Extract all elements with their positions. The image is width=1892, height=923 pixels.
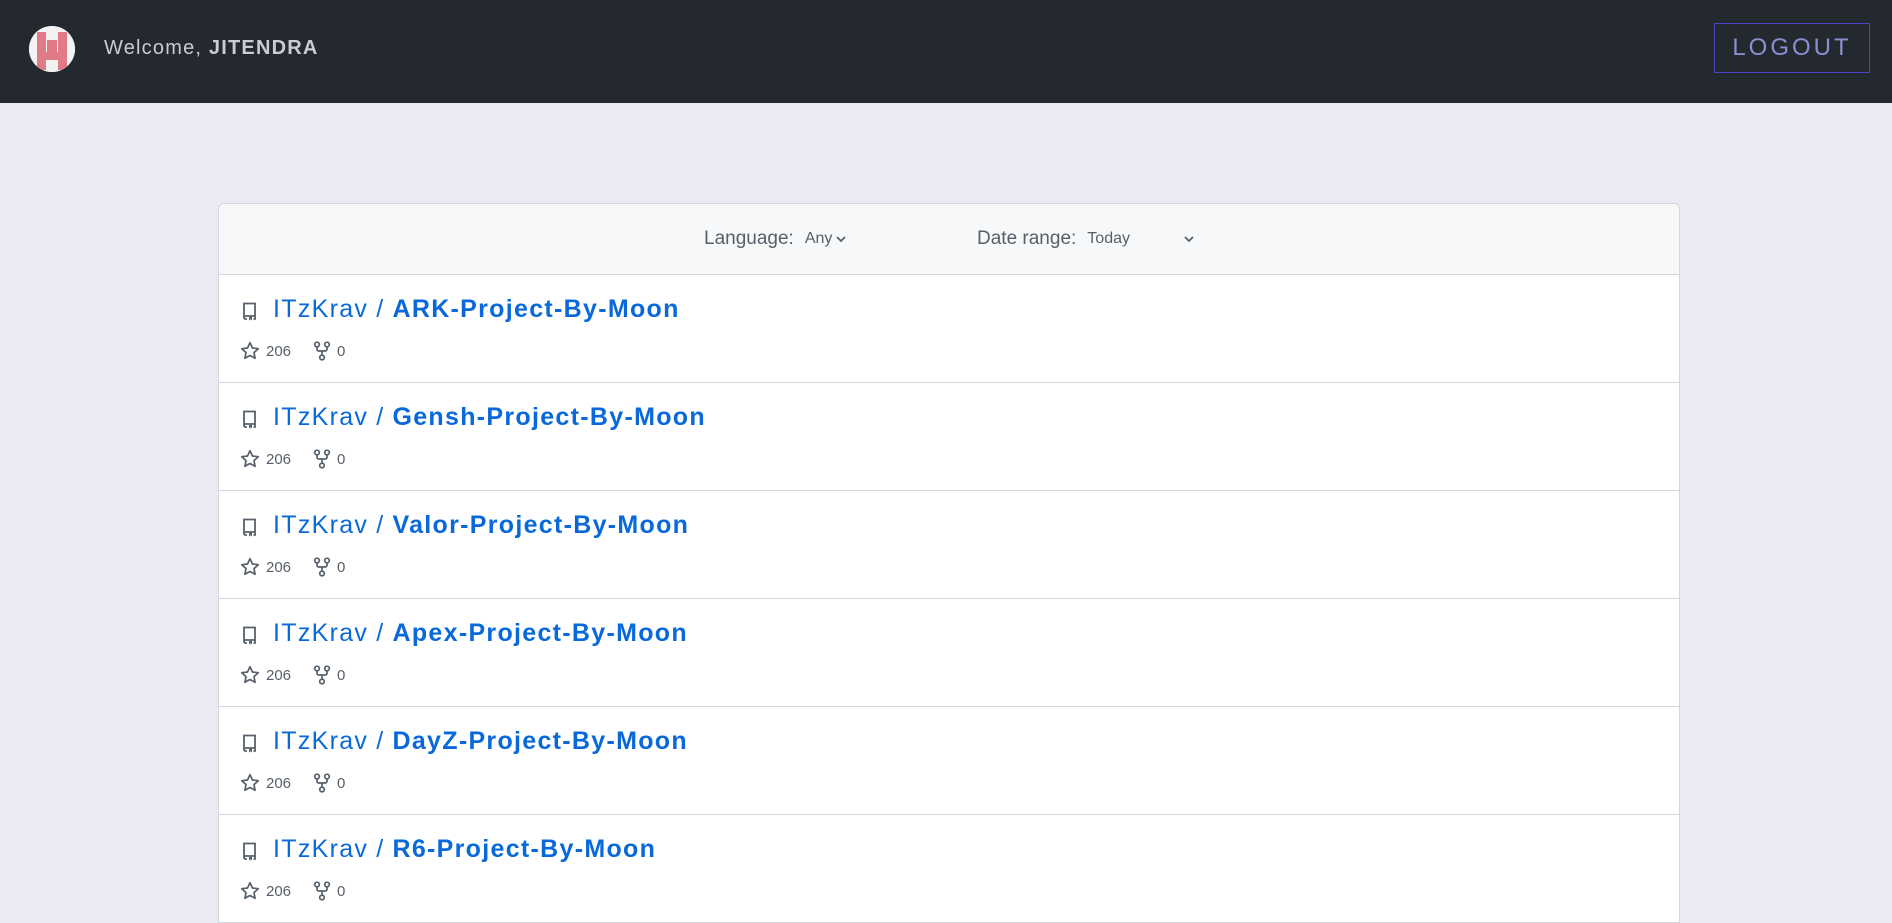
- repo-separator: /: [376, 835, 385, 863]
- date-range-label: Date range:: [977, 228, 1077, 249]
- repo-stats: 206 0: [240, 341, 367, 361]
- repo-owner: ITzKrav: [273, 835, 369, 863]
- repo-link[interactable]: ITzKrav / Gensh-Project-By-Moon: [273, 403, 706, 432]
- repo-stats: 206 0: [240, 557, 367, 577]
- forks-stat[interactable]: 0: [313, 557, 345, 577]
- repo-icon: [243, 626, 256, 645]
- stars-count: 206: [266, 450, 292, 468]
- fork-icon: [313, 665, 331, 685]
- star-icon: [240, 881, 260, 900]
- repo-icon: [243, 302, 256, 321]
- repo-separator: /: [376, 727, 385, 755]
- stars-count: 206: [266, 666, 292, 684]
- repo-list-item: ITzKrav / Apex-Project-By-Moon 206 0: [219, 599, 1679, 707]
- language-value: Any: [804, 230, 833, 247]
- repo-icon: [243, 842, 256, 861]
- stars-count: 206: [266, 558, 292, 576]
- repo-link[interactable]: ITzKrav / DayZ-Project-By-Moon: [273, 727, 688, 756]
- repo-separator: /: [376, 511, 385, 539]
- repo-stats: 206 0: [240, 449, 367, 469]
- top-navbar: Welcome, JITENDRA LOGOUT: [0, 0, 1892, 103]
- forks-count: 0: [337, 774, 346, 792]
- welcome-text: Welcome, JITENDRA: [104, 37, 319, 60]
- trending-repos-panel: Language: Any Date range: Today ITzKrav …: [218, 203, 1680, 923]
- repo-owner: ITzKrav: [273, 619, 369, 647]
- repo-list-item: ITzKrav / DayZ-Project-By-Moon 206 0: [219, 707, 1679, 815]
- repo-stats: 206 0: [240, 773, 367, 793]
- forks-count: 0: [337, 666, 346, 684]
- fork-icon: [313, 449, 331, 469]
- repo-list-item: ITzKrav / Gensh-Project-By-Moon 206 0: [219, 383, 1679, 491]
- forks-stat[interactable]: 0: [313, 665, 345, 685]
- forks-stat[interactable]: 0: [313, 881, 345, 901]
- repo-icon: [243, 410, 256, 429]
- repo-name: Gensh-Project-By-Moon: [392, 403, 706, 431]
- fork-icon: [313, 341, 331, 361]
- filter-bar: Language: Any Date range: Today: [219, 204, 1679, 275]
- forks-stat[interactable]: 0: [313, 773, 345, 793]
- repo-owner: ITzKrav: [273, 295, 369, 323]
- stars-stat[interactable]: 206: [240, 665, 291, 685]
- user-avatar[interactable]: [29, 26, 75, 72]
- repo-name: Valor-Project-By-Moon: [392, 511, 690, 539]
- date-range-select[interactable]: Today: [1087, 230, 1195, 248]
- star-icon: [240, 557, 260, 576]
- repo-stats: 206 0: [240, 881, 367, 901]
- forks-stat[interactable]: 0: [313, 341, 345, 361]
- stars-count: 206: [266, 342, 292, 360]
- forks-count: 0: [337, 450, 346, 468]
- language-select[interactable]: Any: [805, 230, 848, 248]
- repo-owner: ITzKrav: [273, 511, 369, 539]
- language-filter: Language: Any: [704, 228, 847, 250]
- fork-icon: [313, 773, 331, 793]
- stars-stat[interactable]: 206: [240, 449, 291, 469]
- star-icon: [240, 449, 260, 468]
- repo-link[interactable]: ITzKrav / Apex-Project-By-Moon: [273, 619, 688, 648]
- welcome-prefix: Welcome,: [104, 37, 203, 59]
- forks-count: 0: [337, 882, 346, 900]
- repo-name: ARK-Project-By-Moon: [392, 295, 680, 323]
- stars-stat[interactable]: 206: [240, 557, 291, 577]
- avatar-icon: [29, 26, 75, 72]
- repo-link[interactable]: ITzKrav / ARK-Project-By-Moon: [273, 295, 680, 324]
- repo-name: R6-Project-By-Moon: [392, 835, 657, 863]
- repo-list-item: ITzKrav / Valor-Project-By-Moon 206 0: [219, 491, 1679, 599]
- stars-stat[interactable]: 206: [240, 881, 291, 901]
- star-icon: [240, 665, 260, 684]
- chevron-down-icon: [836, 236, 847, 243]
- logout-button[interactable]: LOGOUT: [1714, 23, 1870, 73]
- stars-count: 206: [266, 882, 292, 900]
- username: JITENDRA: [208, 37, 319, 59]
- repo-link[interactable]: ITzKrav / Valor-Project-By-Moon: [273, 511, 689, 540]
- stars-stat[interactable]: 206: [240, 341, 291, 361]
- repo-list-item: ITzKrav / R6-Project-By-Moon 206 0: [219, 815, 1679, 922]
- repo-name: Apex-Project-By-Moon: [392, 619, 688, 647]
- repo-separator: /: [376, 295, 385, 323]
- fork-icon: [313, 881, 331, 901]
- repo-link[interactable]: ITzKrav / R6-Project-By-Moon: [273, 835, 656, 864]
- forks-count: 0: [337, 342, 346, 360]
- star-icon: [240, 773, 260, 792]
- chevron-down-icon: [1184, 236, 1194, 243]
- repo-name: DayZ-Project-By-Moon: [392, 727, 688, 755]
- date-range-value: Today: [1087, 230, 1130, 247]
- repo-list-item: ITzKrav / ARK-Project-By-Moon 206 0: [219, 275, 1679, 383]
- date-range-filter: Date range: Today: [977, 228, 1195, 250]
- repo-icon: [243, 518, 256, 537]
- repo-separator: /: [376, 403, 385, 431]
- language-label: Language:: [704, 228, 794, 249]
- stars-count: 206: [266, 774, 292, 792]
- repo-icon: [243, 734, 256, 753]
- forks-stat[interactable]: 0: [313, 449, 345, 469]
- stars-stat[interactable]: 206: [240, 773, 291, 793]
- forks-count: 0: [337, 558, 346, 576]
- repo-stats: 206 0: [240, 665, 367, 685]
- repo-owner: ITzKrav: [273, 403, 369, 431]
- repo-separator: /: [376, 619, 385, 647]
- fork-icon: [313, 557, 331, 577]
- star-icon: [240, 341, 260, 360]
- repo-owner: ITzKrav: [273, 727, 369, 755]
- repo-list: ITzKrav / ARK-Project-By-Moon 206 0 ITzK…: [219, 275, 1679, 922]
